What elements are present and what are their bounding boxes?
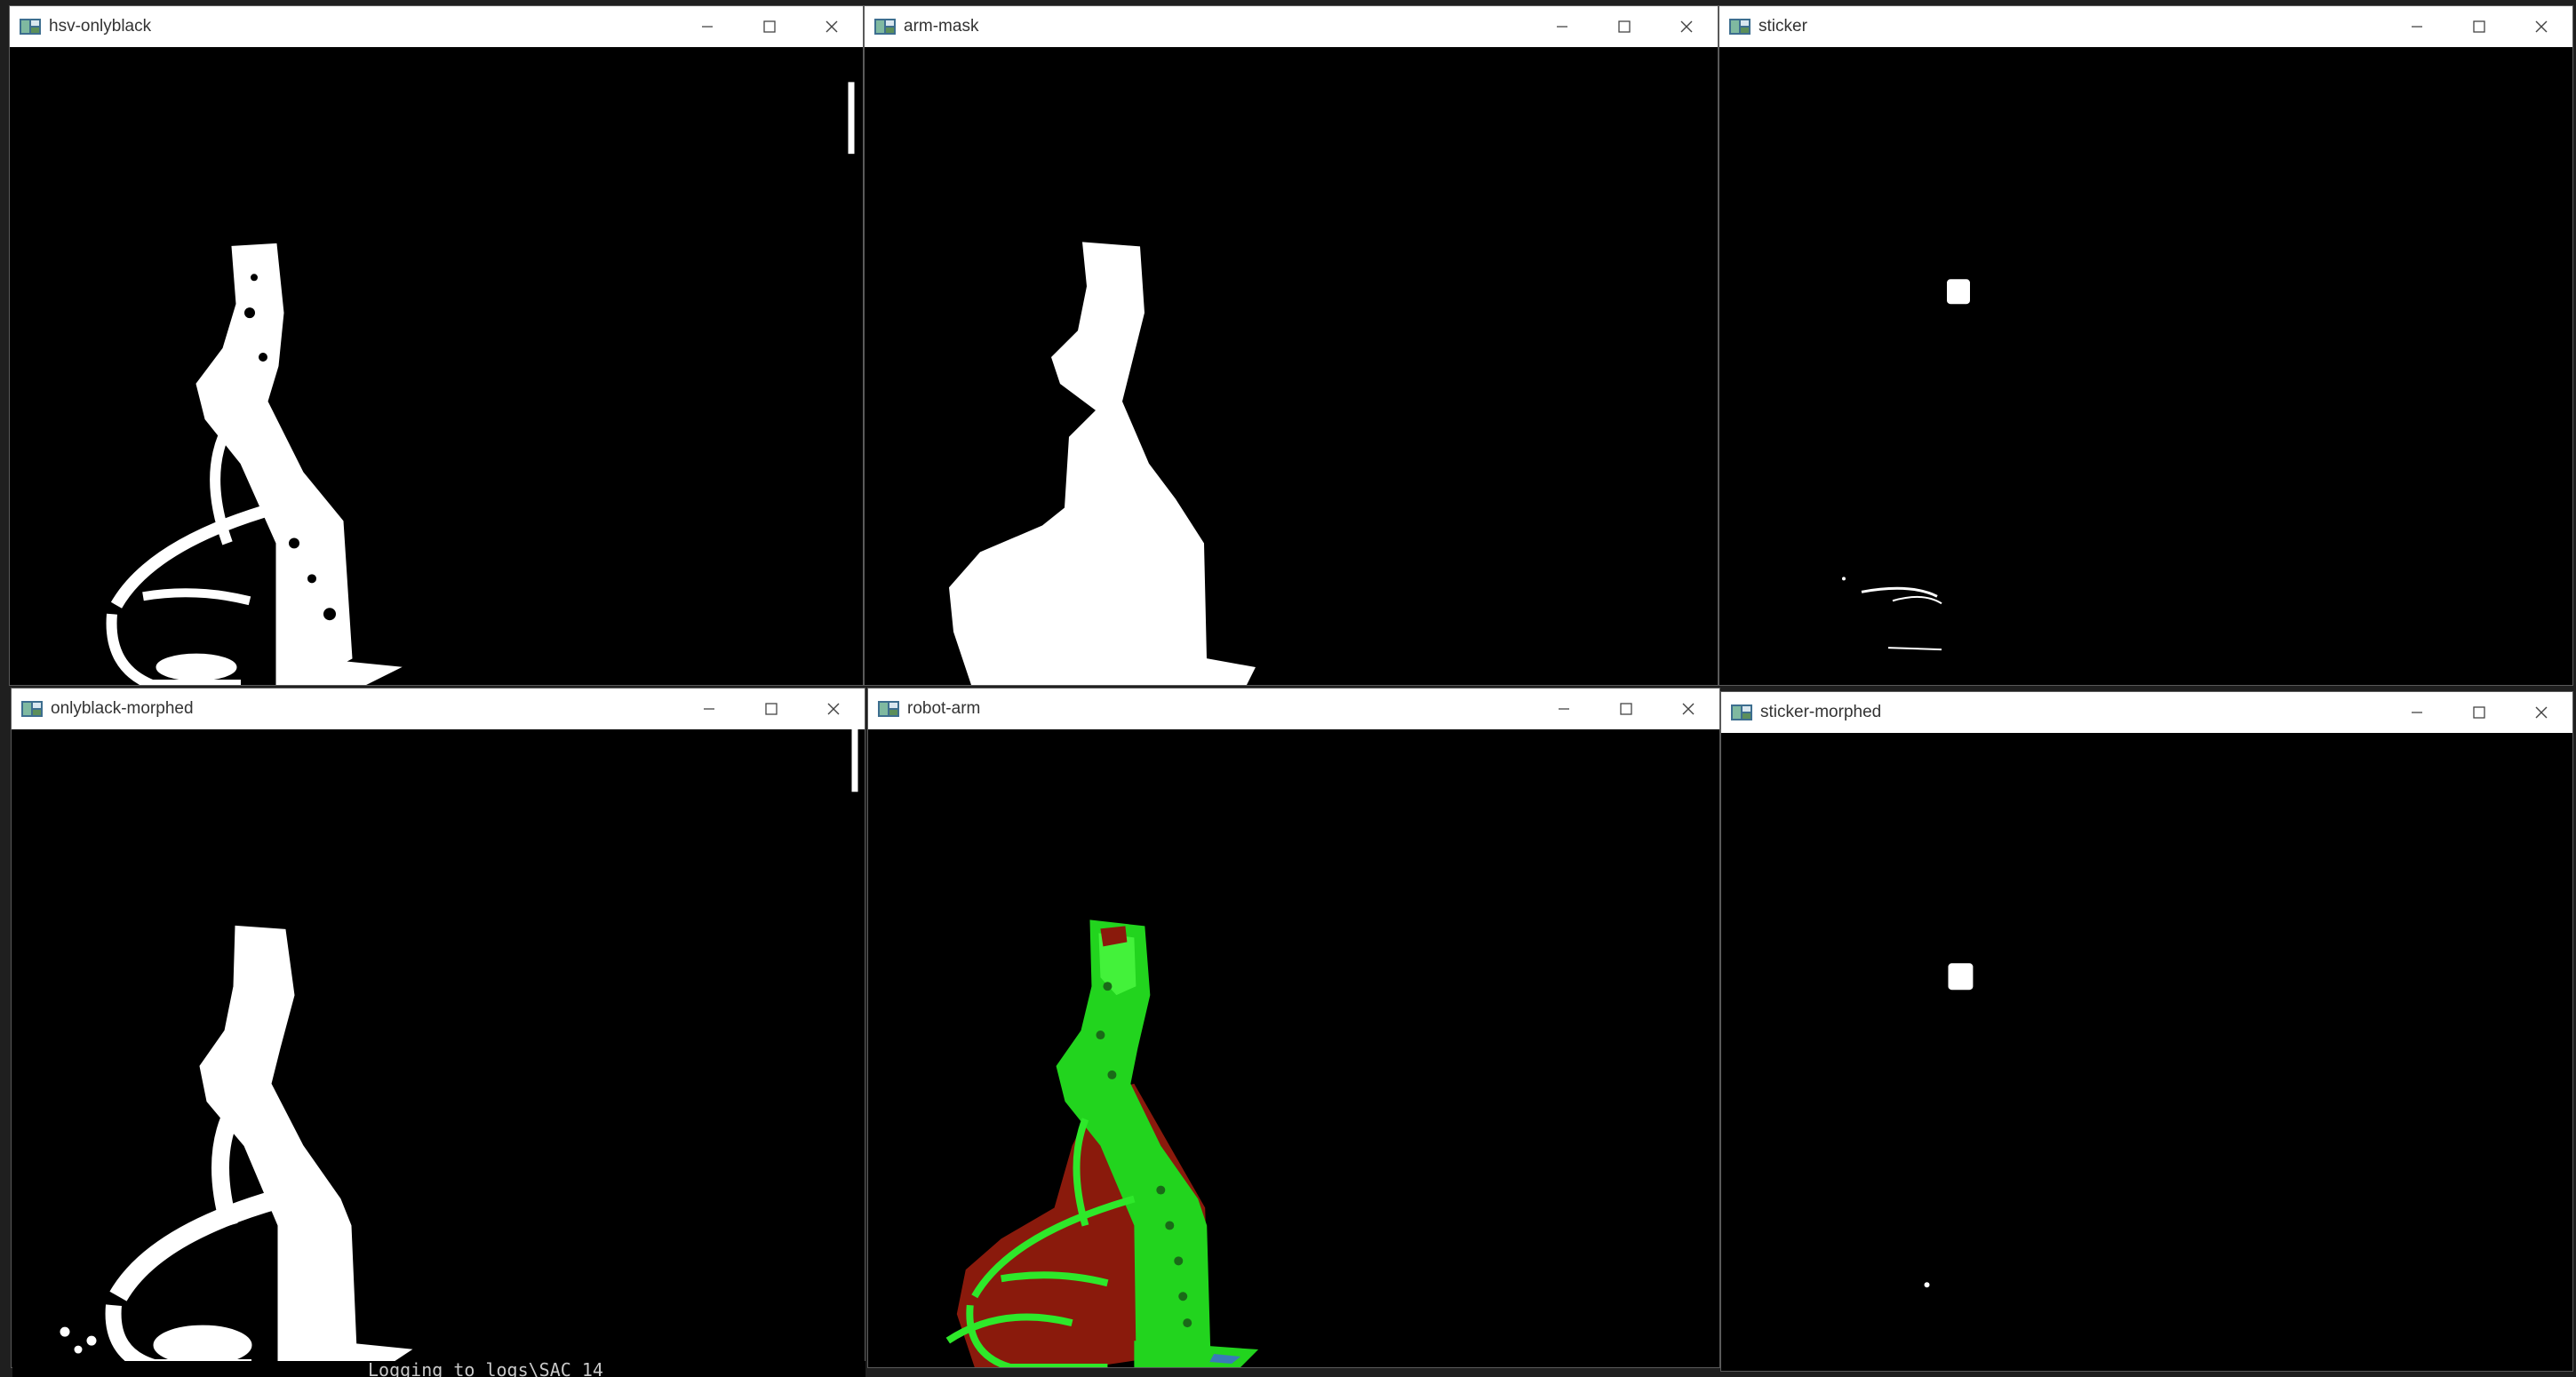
maximize-button[interactable] — [2448, 692, 2510, 733]
window-sticker[interactable]: sticker — [1719, 5, 2573, 686]
minimize-icon — [1557, 26, 1567, 28]
close-button[interactable] — [2510, 692, 2572, 733]
terminal-log-text: Logging to logs\SAC_14 — [368, 1361, 603, 1377]
minimize-icon — [1559, 708, 1569, 710]
close-icon — [827, 703, 840, 715]
image-canvas — [1719, 47, 2572, 685]
close-button[interactable] — [2510, 6, 2572, 47]
maximize-button[interactable] — [1595, 688, 1657, 729]
minimize-icon — [2412, 712, 2422, 713]
minimize-button[interactable] — [2386, 692, 2448, 733]
window-onlyblack-morphed[interactable]: onlyblack-morphed — [11, 688, 865, 1368]
maximize-icon — [763, 20, 776, 33]
title-bar[interactable]: sticker-morphed — [1721, 692, 2572, 733]
minimize-icon — [704, 708, 714, 710]
minimize-button[interactable] — [2386, 6, 2448, 47]
app-icon — [1731, 704, 1752, 720]
image-canvas — [1721, 733, 2572, 1371]
close-icon — [2535, 706, 2548, 719]
maximize-button[interactable] — [740, 688, 802, 729]
window-title: sticker-morphed — [1760, 703, 1882, 721]
window-hsv-onlyblack[interactable]: hsv-onlyblack — [9, 5, 864, 686]
maximize-icon — [765, 703, 778, 715]
close-icon — [1682, 703, 1695, 715]
minimize-icon — [2412, 26, 2422, 28]
minimize-button[interactable] — [678, 688, 740, 729]
window-robot-arm[interactable]: robot-arm — [867, 688, 1720, 1368]
window-title: robot-arm — [907, 699, 981, 718]
onlyblack-morphed-image — [12, 729, 865, 1367]
app-icon — [878, 701, 899, 717]
minimize-icon — [702, 26, 713, 28]
app-icon — [874, 19, 896, 35]
window-title: arm-mask — [904, 17, 979, 36]
app-icon — [21, 701, 43, 717]
close-icon — [1680, 20, 1693, 33]
minimize-button[interactable] — [1531, 6, 1593, 47]
title-bar[interactable]: arm-mask — [865, 6, 1718, 47]
window-title: onlyblack-morphed — [51, 699, 194, 718]
maximize-icon — [1618, 20, 1631, 33]
maximize-icon — [2473, 20, 2485, 33]
maximize-icon — [2473, 706, 2485, 719]
image-canvas — [865, 47, 1718, 685]
robot-arm-image — [868, 729, 1719, 1367]
title-bar[interactable]: onlyblack-morphed — [12, 688, 865, 729]
sticker-morphed-image — [1721, 733, 2572, 1371]
minimize-button[interactable] — [676, 6, 738, 47]
background-terminal: Logging to logs\SAC_14 — [12, 1361, 865, 1377]
maximize-button[interactable] — [1593, 6, 1655, 47]
onlyblack-mask-image — [10, 47, 863, 685]
title-bar[interactable]: hsv-onlyblack — [10, 6, 863, 47]
close-icon — [825, 20, 838, 33]
close-button[interactable] — [802, 688, 865, 729]
window-title: sticker — [1759, 17, 1807, 36]
app-icon — [1729, 19, 1751, 35]
close-icon — [2535, 20, 2548, 33]
window-arm-mask[interactable]: arm-mask — [864, 5, 1719, 686]
maximize-button[interactable] — [738, 6, 801, 47]
maximize-icon — [1620, 703, 1632, 715]
image-canvas — [12, 729, 865, 1367]
close-button[interactable] — [1657, 688, 1719, 729]
window-title: hsv-onlyblack — [49, 17, 152, 36]
sticker-mask-image — [1719, 47, 2572, 685]
image-canvas — [10, 47, 863, 685]
maximize-button[interactable] — [2448, 6, 2510, 47]
desktop: hsv-onlyblack arm-mask sticker onlyblack… — [0, 0, 2576, 1377]
title-bar[interactable]: sticker — [1719, 6, 2572, 47]
minimize-button[interactable] — [1533, 688, 1595, 729]
arm-mask-image — [865, 47, 1718, 685]
window-sticker-morphed[interactable]: sticker-morphed — [1720, 691, 2573, 1372]
close-button[interactable] — [801, 6, 863, 47]
close-button[interactable] — [1655, 6, 1718, 47]
app-icon — [20, 19, 41, 35]
title-bar[interactable]: robot-arm — [868, 688, 1719, 729]
image-canvas — [868, 729, 1719, 1367]
